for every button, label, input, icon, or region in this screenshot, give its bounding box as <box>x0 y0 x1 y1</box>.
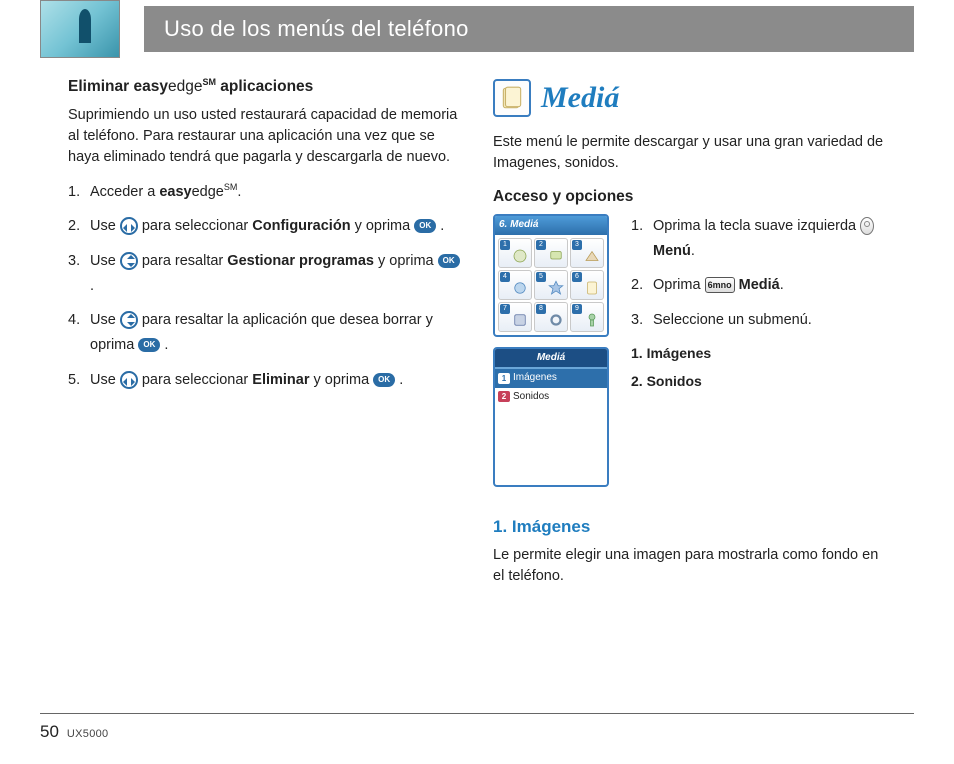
ok-icon: OK <box>373 373 395 387</box>
left-steps: Acceder a easyedgeSM. Use para seleccion… <box>68 180 461 392</box>
text: Use <box>90 312 120 328</box>
step-1: Oprima la tecla suave izquierda Menú. <box>631 214 886 263</box>
access-heading: Acceso y opciones <box>493 186 886 208</box>
step-5: Use para seleccionar Eliminar y oprima O… <box>68 368 461 393</box>
text: para seleccionar <box>142 372 252 388</box>
text: Eliminar <box>68 78 133 95</box>
step-4: Use para resaltar la aplicación que dese… <box>68 308 461 357</box>
page-footer: 50 UX5000 <box>40 713 914 742</box>
nav-up-down-icon <box>120 252 138 270</box>
menu-cell: 3 <box>570 238 604 268</box>
step-1: Acceder a easyedgeSM. <box>68 180 461 205</box>
ok-icon: OK <box>138 338 160 352</box>
menu-cell: 5 <box>534 270 568 300</box>
text: Sonidos <box>513 390 549 405</box>
text: Mediá <box>739 277 780 293</box>
menu-cell: 8 <box>534 302 568 332</box>
ok-icon: OK <box>438 254 460 268</box>
text: edge <box>168 78 202 95</box>
text: Gestionar programas <box>227 253 374 269</box>
nav-up-down-icon <box>120 311 138 329</box>
nav-left-right-icon <box>120 371 138 389</box>
key-6-icon: 6mno <box>705 277 735 293</box>
text: y oprima <box>310 372 374 388</box>
media-heading-row: Mediá <box>493 76 886 120</box>
left-softkey-icon <box>860 217 874 235</box>
page-number: 50 <box>40 722 59 742</box>
step-2: Oprima 6mno Mediá. <box>631 273 886 298</box>
right-column: Mediá Este menú le permite descargar y u… <box>493 76 886 599</box>
ok-icon: OK <box>414 219 436 233</box>
text: y oprima <box>351 218 415 234</box>
text: Menú <box>653 243 691 259</box>
text: . <box>780 277 784 293</box>
text: . <box>90 278 94 294</box>
section-1-heading: 1. Imágenes <box>493 515 886 540</box>
screen-title: 6. Mediá <box>495 216 607 235</box>
text: Configuración <box>252 218 350 234</box>
page-title: Uso de los menús del teléfono <box>144 6 914 52</box>
section-1-body: Le permite elegir una imagen para mostra… <box>493 545 886 587</box>
media-intro: Este menú le permite descargar y usar un… <box>493 132 886 174</box>
left-heading: Eliminar easyedgeSM aplicaciones <box>68 76 461 99</box>
text: Use <box>90 372 120 388</box>
list-item: 2Sonidos <box>495 388 607 407</box>
submenu-list: 1. Imágenes 2. Sonidos <box>631 343 886 392</box>
phone-screens: 6. Mediá 1 2 3 4 5 6 7 8 9 <box>493 214 613 497</box>
text: Eliminar <box>252 372 309 388</box>
screen-title: Mediá <box>495 349 607 370</box>
text: easy <box>133 78 167 95</box>
text: . <box>691 243 695 259</box>
text: Seleccione un submenú. <box>653 312 812 328</box>
text: . <box>237 184 241 200</box>
model-label: UX5000 <box>67 728 109 740</box>
phone-screen-list: Mediá 1Imágenes 2Sonidos <box>493 347 609 487</box>
access-steps: Oprima la tecla suave izquierda Menú. Op… <box>631 214 886 333</box>
text: edge <box>192 184 224 200</box>
step-3: Seleccione un submenú. <box>631 308 886 333</box>
text: Acceder a <box>90 184 159 200</box>
submenu-item: 1. Imágenes <box>631 343 886 363</box>
header: Uso de los menús del teléfono <box>40 0 914 58</box>
step-2: Use para seleccionar Configuración y opr… <box>68 214 461 239</box>
media-title: Mediá <box>541 76 619 120</box>
header-thumbnail <box>40 0 120 58</box>
text: SM <box>202 77 216 87</box>
menu-cell: 7 <box>498 302 532 332</box>
text: Imágenes <box>513 371 557 386</box>
submenu-item: 2. Sonidos <box>631 371 886 391</box>
text: . <box>440 218 444 234</box>
text: Oprima <box>653 277 705 293</box>
text: . <box>164 337 168 353</box>
phone-screen-grid: 6. Mediá 1 2 3 4 5 6 7 8 9 <box>493 214 609 337</box>
text: Use <box>90 218 120 234</box>
text: aplicaciones <box>216 78 313 95</box>
nav-left-right-icon <box>120 217 138 235</box>
access-steps-wrap: Oprima la tecla suave izquierda Menú. Op… <box>631 214 886 399</box>
media-icon <box>493 79 531 117</box>
text: Use <box>90 253 120 269</box>
text: SM <box>224 182 238 192</box>
text: para seleccionar <box>142 218 252 234</box>
left-intro: Suprimiendo un uso usted restaurará capa… <box>68 105 461 168</box>
menu-cell: 9 <box>570 302 604 332</box>
left-column: Eliminar easyedgeSM aplicaciones Suprimi… <box>68 76 461 599</box>
step-3: Use para resaltar Gestionar programas y … <box>68 249 461 298</box>
menu-cell: 4 <box>498 270 532 300</box>
text: easy <box>159 184 191 200</box>
menu-cell: 6 <box>570 270 604 300</box>
text: para resaltar <box>142 253 227 269</box>
text: Oprima la tecla suave izquierda <box>653 218 860 234</box>
list-item: 1Imágenes <box>495 369 607 388</box>
text: . <box>399 372 403 388</box>
menu-cell: 2 <box>534 238 568 268</box>
text: y oprima <box>374 253 438 269</box>
menu-cell: 1 <box>498 238 532 268</box>
